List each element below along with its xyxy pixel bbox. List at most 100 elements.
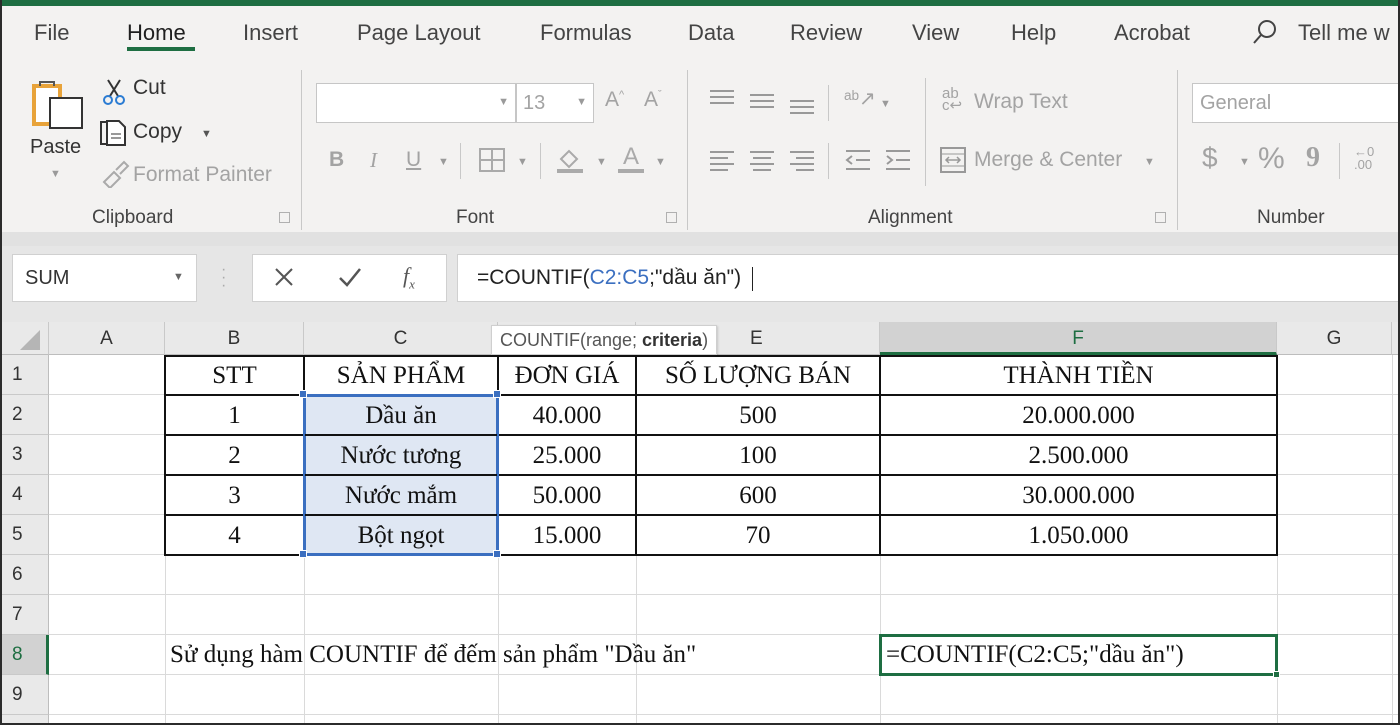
cell-f8-formula[interactable]: =COUNTIF(C2:C5;"dầu ăn") xyxy=(886,635,1184,675)
tab-help[interactable]: Help xyxy=(1011,20,1056,46)
font-size-combobox[interactable]: 13 ▼ xyxy=(516,83,594,123)
cut-button[interactable]: Cut xyxy=(133,76,166,100)
cell-c2[interactable]: Dầu ăn xyxy=(304,396,498,436)
cell-b5[interactable]: 4 xyxy=(165,516,304,556)
orientation-dropdown-icon[interactable]: ▼ xyxy=(880,98,891,110)
tab-insert[interactable]: Insert xyxy=(243,20,298,46)
increase-indent-icon[interactable] xyxy=(884,148,912,172)
row-header-8[interactable]: 8 xyxy=(2,635,49,675)
column-header-b[interactable]: B xyxy=(165,322,304,355)
paste-icon[interactable] xyxy=(28,76,86,134)
tell-me-search[interactable]: Tell me w xyxy=(1298,20,1390,46)
fill-handle[interactable] xyxy=(1273,671,1280,678)
font-name-dropdown-icon[interactable]: ▼ xyxy=(498,96,509,108)
increase-font-size-icon[interactable]: A^ xyxy=(605,88,624,112)
column-header-h[interactable] xyxy=(1392,322,1398,355)
currency-button[interactable]: $ xyxy=(1202,142,1218,174)
bottom-align-icon[interactable] xyxy=(788,94,816,116)
cell-f3[interactable]: 2.500.000 xyxy=(880,436,1277,476)
format-painter-icon[interactable] xyxy=(100,160,130,188)
number-format-combobox[interactable]: General xyxy=(1192,83,1398,123)
font-color-dropdown-icon[interactable]: ▼ xyxy=(655,156,666,168)
font-size-dropdown-icon[interactable]: ▼ xyxy=(576,96,587,108)
alignment-dialog-launcher-icon[interactable] xyxy=(1155,212,1166,223)
cell-d5[interactable]: 15.000 xyxy=(498,516,636,556)
cell-f4[interactable]: 30.000.000 xyxy=(880,476,1277,516)
row-header-3[interactable]: 3 xyxy=(2,435,49,475)
insert-function-icon[interactable]: fx xyxy=(403,263,415,292)
comma-style-button[interactable]: 9 xyxy=(1306,142,1320,174)
search-icon[interactable] xyxy=(1252,18,1278,46)
tab-file[interactable]: File xyxy=(34,20,69,46)
row-header-4[interactable]: 4 xyxy=(2,475,49,515)
cell-f5[interactable]: 1.050.000 xyxy=(880,516,1277,556)
row-header-5[interactable]: 5 xyxy=(2,515,49,555)
underline-dropdown-icon[interactable]: ▼ xyxy=(438,156,449,168)
orientation-icon[interactable]: ᵃᵇ↗ xyxy=(844,86,876,111)
enter-checkmark-icon[interactable] xyxy=(338,266,362,288)
cell-e5[interactable]: 70 xyxy=(636,516,880,556)
format-painter-button[interactable]: Format Painter xyxy=(133,163,272,187)
paste-dropdown-icon[interactable]: ▼ xyxy=(50,168,61,180)
align-center-icon[interactable] xyxy=(748,148,776,172)
cell-b8-note[interactable]: Sử dụng hàm COUNTIF để đếm sản phẩm "Dầu… xyxy=(170,635,696,675)
formula-bar-resize-handle[interactable]: · · · xyxy=(221,262,226,294)
column-header-f[interactable]: F xyxy=(880,322,1277,355)
select-all-triangle-icon[interactable] xyxy=(20,330,40,350)
wrap-text-icon[interactable]: ab c↩ xyxy=(942,86,962,113)
formula-input[interactable]: =COUNTIF(C2:C5;"dầu ăn") xyxy=(457,254,1398,302)
currency-dropdown-icon[interactable]: ▼ xyxy=(1239,156,1250,168)
name-box[interactable]: SUM ▼ xyxy=(12,254,197,302)
tab-home[interactable]: Home xyxy=(127,20,186,46)
tab-acrobat[interactable]: Acrobat xyxy=(1114,20,1190,46)
align-right-icon[interactable] xyxy=(788,148,816,172)
cell-d4[interactable]: 50.000 xyxy=(498,476,636,516)
cell-b4[interactable]: 3 xyxy=(165,476,304,516)
column-header-a[interactable]: A xyxy=(49,322,165,355)
borders-icon[interactable] xyxy=(478,147,506,173)
tab-page-layout[interactable]: Page Layout xyxy=(357,20,481,46)
underline-button[interactable]: U xyxy=(406,148,421,172)
fill-color-dropdown-icon[interactable]: ▼ xyxy=(596,156,607,168)
cell-f1[interactable]: THÀNH TIỀN xyxy=(880,356,1277,396)
align-left-icon[interactable] xyxy=(708,148,736,172)
tab-data[interactable]: Data xyxy=(688,20,734,46)
top-align-icon[interactable] xyxy=(708,88,736,110)
cell-c3[interactable]: Nước tương xyxy=(304,436,498,476)
paste-button[interactable]: Paste xyxy=(30,136,81,159)
row-header-9[interactable]: 9 xyxy=(2,675,49,715)
decrease-indent-icon[interactable] xyxy=(844,148,872,172)
cell-d3[interactable]: 25.000 xyxy=(498,436,636,476)
row-header-1[interactable]: 1 xyxy=(2,355,49,395)
italic-button[interactable]: I xyxy=(370,148,377,173)
decrease-font-size-icon[interactable]: Aˇ xyxy=(644,88,662,112)
cut-icon[interactable] xyxy=(102,78,126,106)
merge-center-icon[interactable] xyxy=(939,146,967,174)
tooltip-function-name[interactable]: COUNTIF(range; xyxy=(500,330,642,350)
cell-b2[interactable]: 1 xyxy=(165,396,304,436)
cell-d2[interactable]: 40.000 xyxy=(498,396,636,436)
font-dialog-launcher-icon[interactable] xyxy=(666,212,677,223)
bold-button[interactable]: B xyxy=(329,148,344,172)
middle-align-icon[interactable] xyxy=(748,90,776,112)
column-header-c[interactable]: C xyxy=(304,322,498,355)
row-header-2[interactable]: 2 xyxy=(2,395,49,435)
copy-dropdown-icon[interactable]: ▼ xyxy=(201,128,212,140)
spreadsheet-grid[interactable]: A B C D E F G 1 2 3 4 5 6 7 8 9 xyxy=(2,322,1398,723)
name-box-dropdown-icon[interactable]: ▼ xyxy=(173,271,184,283)
column-header-g[interactable]: G xyxy=(1277,322,1392,355)
cell-d1[interactable]: ĐƠN GIÁ xyxy=(498,356,636,396)
font-color-icon[interactable]: A xyxy=(616,142,646,176)
tab-formulas[interactable]: Formulas xyxy=(540,20,632,46)
merge-center-button[interactable]: Merge & Center xyxy=(974,148,1122,172)
cell-f2[interactable]: 20.000.000 xyxy=(880,396,1277,436)
cell-c1[interactable]: SẢN PHẨM xyxy=(304,356,498,396)
cell-e3[interactable]: 100 xyxy=(636,436,880,476)
cell-b1[interactable]: STT xyxy=(165,356,304,396)
copy-button[interactable]: Copy xyxy=(133,120,182,144)
borders-dropdown-icon[interactable]: ▼ xyxy=(517,156,528,168)
wrap-text-button[interactable]: Wrap Text xyxy=(974,90,1068,114)
tab-review[interactable]: Review xyxy=(790,20,862,46)
cell-e1[interactable]: SỐ LƯỢNG BÁN xyxy=(636,356,880,396)
tab-view[interactable]: View xyxy=(912,20,959,46)
